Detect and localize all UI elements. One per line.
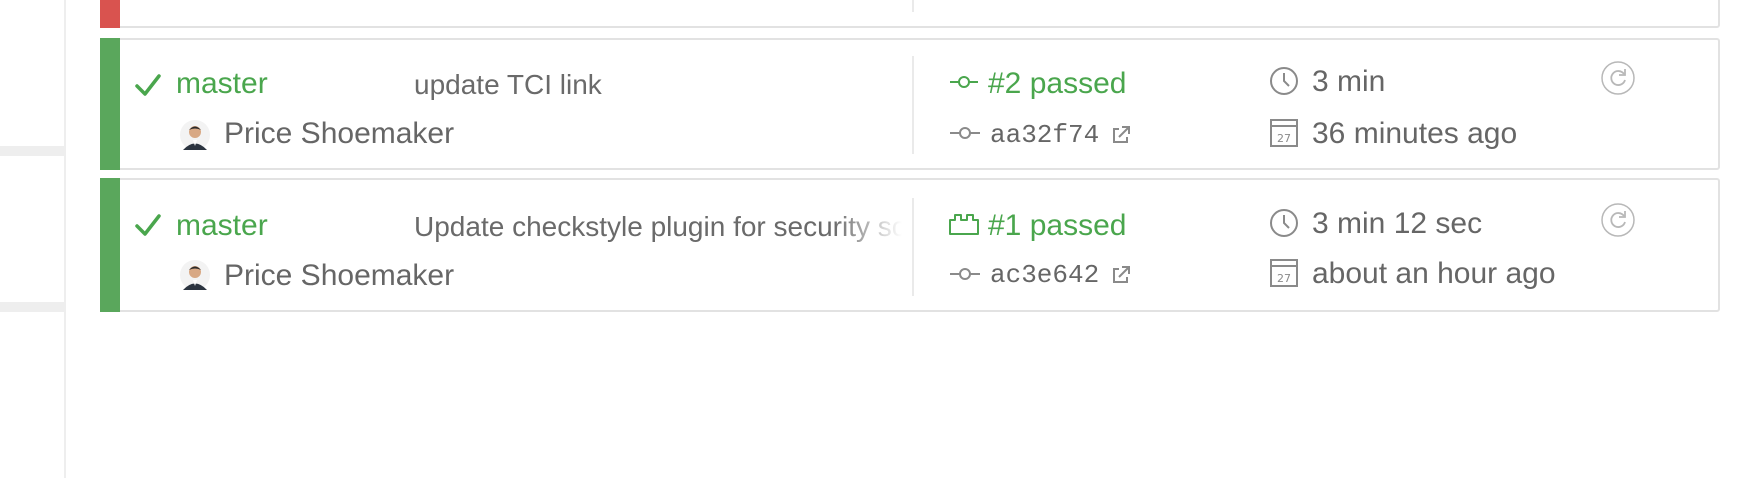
card-divider	[912, 198, 914, 296]
card-divider	[912, 0, 914, 12]
clock-icon	[1270, 209, 1298, 237]
finished-time: 36 minutes ago	[1312, 117, 1518, 150]
restart-icon[interactable]	[1600, 202, 1636, 238]
author-name: Price Shoemaker	[224, 259, 455, 292]
branch-name[interactable]: master	[176, 67, 268, 101]
external-link-icon[interactable]	[1110, 264, 1132, 286]
branch-name[interactable]: master	[176, 209, 268, 243]
card-divider	[912, 56, 914, 154]
commit-message[interactable]: Update checkstyle plugin for security sc…	[414, 211, 902, 243]
push-icon	[949, 214, 979, 235]
commit-icon	[950, 76, 978, 88]
build-card[interactable]: master Update checkstyle plugin for secu…	[100, 178, 1720, 312]
build-card[interactable]: master update TCI link Price Shoemaker #…	[100, 38, 1720, 170]
status-strip-passed	[100, 38, 120, 170]
avatar	[180, 120, 210, 150]
build-number[interactable]: #1 passed	[988, 209, 1126, 243]
check-icon	[135, 74, 161, 96]
restart-icon[interactable]	[1600, 60, 1636, 96]
build-card-previous[interactable]	[100, 0, 1720, 28]
avatar	[180, 260, 210, 290]
commit-message[interactable]: update TCI link	[414, 69, 902, 101]
status-strip-failed	[100, 0, 120, 28]
commit-icon	[950, 268, 980, 280]
external-link-icon[interactable]	[1110, 124, 1132, 146]
build-duration: 3 min	[1312, 65, 1386, 98]
commit-sha[interactable]: aa32f74	[990, 120, 1099, 150]
build-duration: 3 min 12 sec	[1312, 207, 1483, 240]
commit-sha[interactable]: ac3e642	[990, 260, 1099, 290]
check-icon	[135, 214, 161, 236]
finished-time: about an hour ago	[1312, 257, 1556, 290]
status-strip-passed	[100, 178, 120, 312]
svg-text:27: 27	[1277, 272, 1291, 285]
calendar-icon: 27	[1270, 259, 1298, 287]
commit-icon	[950, 127, 980, 139]
rail-divider	[0, 302, 64, 312]
svg-text:27: 27	[1277, 132, 1291, 145]
build-number[interactable]: #2 passed	[988, 67, 1126, 101]
rail-divider	[0, 146, 64, 156]
clock-icon	[1270, 67, 1298, 95]
calendar-icon: 27	[1270, 119, 1298, 147]
author-name: Price Shoemaker	[224, 117, 455, 150]
left-rail	[0, 0, 66, 478]
